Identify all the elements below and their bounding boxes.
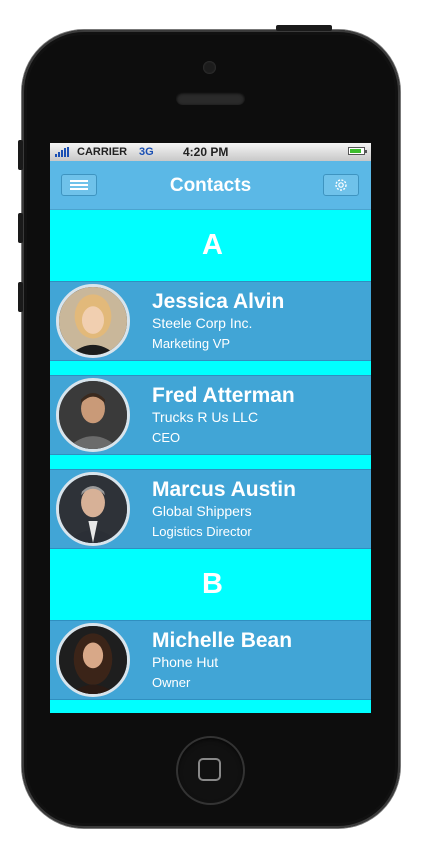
contact-company: Steele Corp Inc.	[152, 315, 253, 331]
settings-button[interactable]	[323, 174, 359, 196]
contact-title: Marketing VP	[152, 336, 231, 351]
row-separator	[50, 455, 371, 469]
volume-up-button	[18, 213, 23, 243]
contact-name: Marcus Austin	[152, 478, 296, 501]
signal-strength-icon	[55, 147, 69, 157]
front-camera	[203, 61, 216, 74]
avatar	[56, 623, 130, 697]
volume-down-button	[18, 282, 23, 312]
gear-icon	[335, 179, 347, 191]
contact-name: Michelle Bean	[152, 629, 293, 652]
section-letter: A	[202, 229, 223, 261]
contact-company: Trucks R Us LLC	[152, 409, 259, 425]
row-separator	[50, 700, 371, 713]
row-separator	[50, 361, 371, 375]
screen: CARRIER 3G 4:20 PM Contacts A Jessica Al…	[50, 143, 371, 713]
status-time: 4:20 PM	[183, 145, 229, 159]
home-square-icon	[198, 758, 221, 781]
avatar	[56, 284, 130, 358]
avatar	[56, 472, 130, 546]
battery-icon	[348, 147, 367, 155]
contact-name: Jessica Alvin	[152, 290, 285, 313]
navigation-bar: Contacts	[50, 161, 371, 210]
earpiece-speaker	[176, 92, 245, 105]
section-header-a: A	[50, 210, 371, 281]
section-letter: B	[202, 568, 223, 600]
ringer-switch	[18, 140, 23, 170]
contact-company: Global Shippers	[152, 503, 252, 519]
contact-row[interactable]: Marcus Austin Global Shippers Logistics …	[50, 469, 371, 549]
contact-row[interactable]: Fred Atterman Trucks R Us LLC CEO	[50, 375, 371, 455]
contact-company: Phone Hut	[152, 654, 219, 670]
avatar	[56, 378, 130, 452]
power-button	[276, 25, 332, 31]
contacts-list[interactable]: A Jessica Alvin Steele Corp Inc. Marketi…	[50, 210, 371, 713]
section-header-b: B	[50, 549, 371, 620]
contact-title: Logistics Director	[152, 524, 252, 539]
contact-name: Fred Atterman	[152, 384, 295, 407]
contact-title: CEO	[152, 430, 181, 445]
contact-row[interactable]: Jessica Alvin Steele Corp Inc. Marketing…	[50, 281, 371, 361]
contact-title: Owner	[152, 675, 191, 690]
carrier-label: CARRIER	[77, 146, 128, 158]
network-type: 3G	[139, 146, 154, 158]
status-bar: CARRIER 3G 4:20 PM	[50, 143, 371, 161]
contact-row[interactable]: Michelle Bean Phone Hut Owner	[50, 620, 371, 700]
